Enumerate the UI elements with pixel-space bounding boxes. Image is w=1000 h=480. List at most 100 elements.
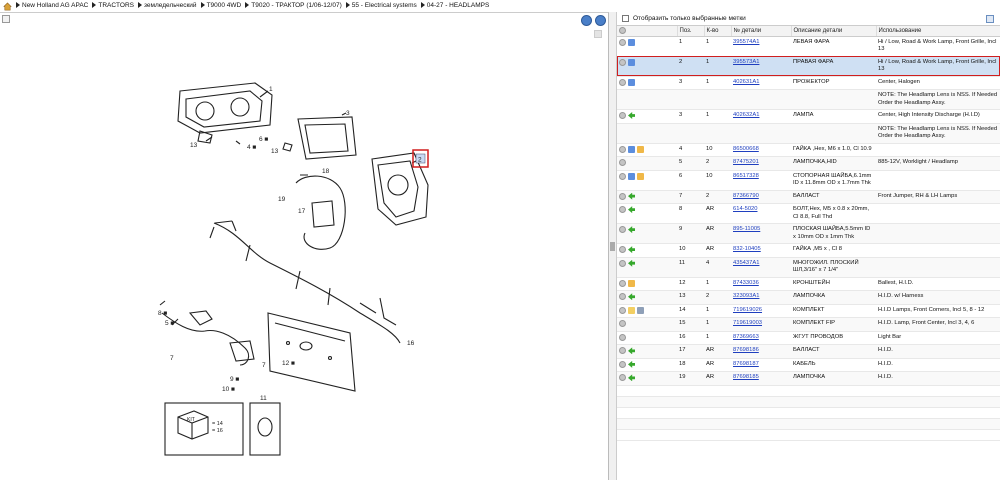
table-row[interactable]: 17 AR 87698186 БАЛЛАСТ H.I.D. bbox=[617, 344, 1000, 359]
part-number-link[interactable]: 87698186 bbox=[733, 347, 759, 353]
arrow-icon[interactable] bbox=[628, 246, 635, 254]
header-qty[interactable]: К-во bbox=[704, 26, 732, 37]
arrow-icon[interactable] bbox=[628, 259, 635, 267]
part-number-link[interactable]: 87433036 bbox=[733, 280, 759, 286]
breadcrumb-item[interactable]: 55 - Electrical systems bbox=[345, 2, 417, 9]
part-number-link[interactable]: 87366790 bbox=[733, 193, 759, 199]
breadcrumb-item[interactable]: T9020 - ТРАКТОР (1/06-12/07) bbox=[245, 2, 342, 9]
table-row[interactable]: 4 10 86500668 ГАЙКА ,Hex, M6 x 1.0, Cl 10.9 bbox=[617, 143, 1000, 158]
breadcrumb-item[interactable]: земледельческий bbox=[138, 2, 197, 9]
table-row[interactable]: 10 AR 832-10405 ГАЙКА ,M5 x , Cl 8 bbox=[617, 243, 1000, 258]
splitter-grip-icon[interactable] bbox=[610, 242, 615, 251]
info-icon[interactable] bbox=[619, 78, 626, 86]
info-icon[interactable] bbox=[619, 226, 626, 234]
header-settings-icon[interactable] bbox=[619, 27, 626, 35]
table-row[interactable]: 12 1 87433036 КРОНШТЕЙН Ballest, H.I.D. bbox=[617, 277, 1000, 292]
part-number-link[interactable]: 614-5020 bbox=[733, 206, 758, 212]
info-icon[interactable] bbox=[619, 246, 626, 254]
header-pos[interactable]: Поз. bbox=[677, 26, 705, 37]
package-icon[interactable] bbox=[637, 145, 644, 153]
info-icon[interactable] bbox=[619, 58, 626, 66]
info-icon[interactable] bbox=[619, 360, 626, 368]
table-row[interactable]: 16 1 87369663 ЖГУТ ПРОВОДОВ Light Bar bbox=[617, 331, 1000, 346]
part-number-link[interactable]: 402632A1 bbox=[733, 112, 759, 118]
header-description[interactable]: Описание детали bbox=[791, 26, 877, 37]
table-row[interactable]: 6 10 86517328 СТОПОРНАЯ ШАЙБА,6.1mm ID x 11… bbox=[617, 170, 1000, 191]
header-part-number[interactable]: № детали bbox=[731, 26, 792, 37]
table-row[interactable]: 15 1 719619003 КОМПЛЕКТ FIP H.I.D. Lamp, Fro… bbox=[617, 317, 1000, 332]
part-number-link[interactable]: 395574A1 bbox=[733, 39, 759, 45]
info-icon[interactable] bbox=[619, 259, 626, 267]
part-number-link[interactable]: 87698185 bbox=[733, 374, 759, 380]
info-icon[interactable] bbox=[619, 306, 626, 314]
part-number-link[interactable]: 832-10405 bbox=[733, 246, 761, 252]
link-icon[interactable] bbox=[628, 38, 635, 46]
info-icon[interactable] bbox=[619, 333, 626, 341]
info-icon[interactable] bbox=[619, 112, 626, 120]
table-row[interactable]: 3 1 402631A1 ПРОЖЕКТОР Center, Halogen bbox=[617, 76, 1000, 91]
part-number-link[interactable]: 87475201 bbox=[733, 159, 759, 165]
table-row[interactable]: 8 AR 614-5020 БОЛТ,Hex, M5 x 0.8 x 20mm, Cl… bbox=[617, 203, 1000, 225]
table-row[interactable]: 1 1 395574A1 ЛЕВАЯ ФАРА Hi / Low, Road & Wor… bbox=[617, 36, 1000, 57]
info-icon[interactable] bbox=[619, 159, 626, 167]
package-icon[interactable] bbox=[637, 172, 644, 180]
table-row[interactable]: NOTE: The Headlamp Lens is NSS. If Neede… bbox=[617, 123, 1000, 144]
info-icon[interactable] bbox=[619, 145, 626, 153]
table-row[interactable]: 14 1 719619026 КОМПЛЕКТ H.I.D Lamps, Front C… bbox=[617, 304, 1000, 319]
table-row[interactable]: 11 4 435437A1 МНОГОЖИЛ. ПЛОСКИЙ ШЛ,3/16" x … bbox=[617, 257, 1000, 278]
table-row[interactable]: NOTE: The Headlamp Lens is NSS. If Neede… bbox=[617, 89, 1000, 111]
link-icon[interactable] bbox=[628, 145, 635, 153]
export-icon[interactable] bbox=[986, 15, 994, 23]
table-row[interactable]: 7 2 87366790 БАЛЛАСТ Front Jumper, RH & LH L… bbox=[617, 190, 1000, 205]
part-number-link[interactable]: 86517328 bbox=[733, 173, 759, 179]
part-number-link[interactable]: 87369663 bbox=[733, 334, 759, 340]
table-row[interactable]: 13 2 323093A1 ЛАМПОЧКА H.I.D. w/ Harness bbox=[617, 290, 1000, 305]
info-icon[interactable] bbox=[619, 172, 626, 180]
part-number-link[interactable]: 435437A1 bbox=[733, 260, 759, 266]
arrow-icon[interactable] bbox=[628, 192, 635, 200]
arrow-icon[interactable] bbox=[628, 206, 635, 214]
breadcrumb-item[interactable]: New Holland AG APAC bbox=[16, 2, 88, 9]
arrow-icon[interactable] bbox=[628, 347, 635, 355]
info-icon[interactable] bbox=[619, 38, 626, 46]
info-icon[interactable] bbox=[619, 374, 626, 382]
header-usage[interactable]: Использование bbox=[876, 26, 1000, 37]
filter-checkbox[interactable] bbox=[622, 15, 629, 22]
folder-icon[interactable] bbox=[628, 306, 635, 314]
breadcrumb-item[interactable]: 04-27 - HEADLAMPS bbox=[420, 2, 489, 9]
part-number-link[interactable]: 719619026 bbox=[733, 307, 762, 313]
part-number-link[interactable]: 895-11005 bbox=[733, 226, 760, 232]
info-icon[interactable] bbox=[619, 192, 626, 200]
pane-splitter[interactable] bbox=[609, 12, 617, 480]
arrow-icon[interactable] bbox=[628, 293, 635, 301]
table-row[interactable]: 18 AR 87698187 КАБЕЛЬ H.I.D. bbox=[617, 358, 1000, 373]
info-icon[interactable] bbox=[619, 279, 626, 287]
table-row[interactable]: 5 2 87475201 ЛАМПОЧКА,HID 885-12V, Worklight… bbox=[617, 156, 1000, 171]
table-row[interactable]: 19 AR 87698185 ЛАМПОЧКА H.I.D. bbox=[617, 371, 1000, 386]
tool-icon[interactable] bbox=[637, 306, 644, 314]
table-row-selected[interactable]: 2 1 395573A1 ПРАВАЯ ФАРА Hi / Low, Road & Wo… bbox=[617, 56, 1000, 77]
arrow-icon[interactable] bbox=[628, 112, 635, 120]
arrow-icon[interactable] bbox=[628, 374, 635, 382]
part-number-link[interactable]: 86500668 bbox=[733, 146, 759, 152]
link-icon[interactable] bbox=[628, 78, 635, 86]
arrow-icon[interactable] bbox=[628, 360, 635, 368]
part-number-link[interactable]: 87698187 bbox=[733, 361, 759, 367]
table-row[interactable]: 3 1 402632A1 ЛАМПА Center, High Intensity Di… bbox=[617, 109, 1000, 124]
info-icon[interactable] bbox=[619, 347, 626, 355]
arrow-icon[interactable] bbox=[628, 226, 635, 234]
info-icon[interactable] bbox=[619, 293, 626, 301]
part-number-link[interactable]: 719619003 bbox=[733, 320, 762, 326]
exploded-parts-diagram[interactable]: 1 3 13 4 ■ 6 ■ 13 18 19 17 8 ■ 5 ■ 7 7 1… bbox=[0, 13, 609, 480]
info-icon[interactable] bbox=[619, 320, 626, 328]
breadcrumb-item[interactable]: TRACTORS bbox=[92, 2, 134, 9]
package-icon[interactable] bbox=[628, 279, 635, 287]
part-number-link[interactable]: 395573A1 bbox=[733, 59, 759, 65]
table-row[interactable]: 9 AR 895-11005 ПЛОСКАЯ ШАЙБА,5.5mm ID x 10m… bbox=[617, 223, 1000, 245]
home-icon[interactable] bbox=[3, 2, 12, 11]
part-number-link[interactable]: 402631A1 bbox=[733, 79, 759, 85]
part-number-link[interactable]: 323093A1 bbox=[733, 293, 759, 299]
info-icon[interactable] bbox=[619, 206, 626, 214]
link-icon[interactable] bbox=[628, 58, 635, 66]
link-icon[interactable] bbox=[628, 172, 635, 180]
